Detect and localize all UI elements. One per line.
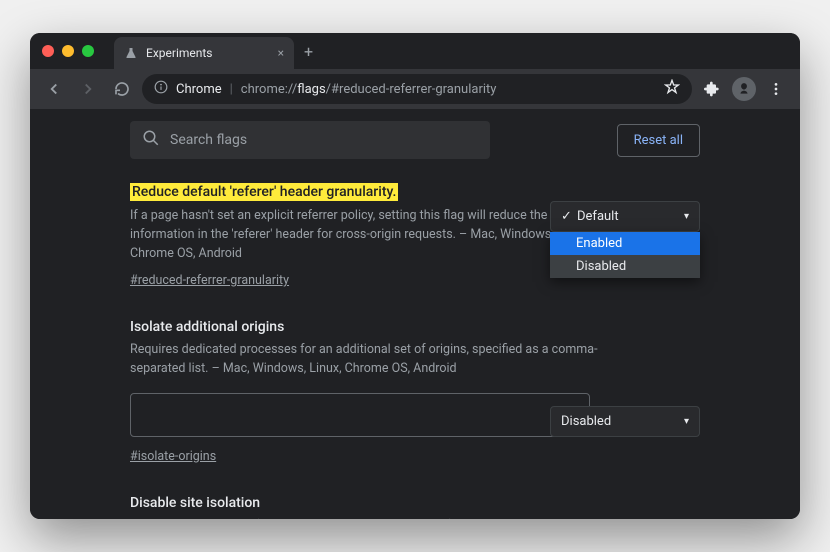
titlebar: Experiments × + — [30, 33, 800, 69]
flask-icon — [124, 46, 138, 60]
profile-icon[interactable] — [732, 77, 756, 101]
flag-reduced-referrer: Reduce default 'referer' header granular… — [130, 181, 700, 288]
close-window-button[interactable] — [42, 45, 54, 57]
search-box[interactable] — [130, 121, 490, 159]
tab-title: Experiments — [146, 46, 213, 60]
maximize-window-button[interactable] — [82, 45, 94, 57]
search-input[interactable] — [170, 132, 478, 148]
flag-hash-link[interactable]: #isolate-origins — [130, 449, 216, 464]
forward-button[interactable] — [74, 75, 102, 103]
flags-topbar: Reset all — [30, 109, 800, 171]
chevron-down-icon: ▾ — [684, 211, 689, 222]
flag-dropdown: Enabled Disabled — [550, 232, 700, 278]
bookmark-star-icon[interactable] — [664, 79, 680, 99]
omnibox-label: Chrome — [176, 82, 222, 97]
flag-description: Disables site isolation (SitePerProcess,… — [130, 517, 610, 519]
back-button[interactable] — [40, 75, 68, 103]
page-content: Reset all Reduce default 'referer' heade… — [30, 109, 800, 519]
flag-description: Requires dedicated processes for an addi… — [130, 341, 610, 379]
extensions-icon[interactable] — [698, 75, 726, 103]
browser-tab[interactable]: Experiments × — [114, 37, 294, 69]
dropdown-option-enabled[interactable]: Enabled — [550, 232, 700, 255]
flag-select: Disabled ▾ — [550, 406, 700, 437]
origins-input[interactable] — [130, 393, 590, 437]
browser-window: Experiments × + Chrome | chrome://flags/… — [30, 33, 800, 519]
dropdown-option-disabled[interactable]: Disabled — [550, 255, 700, 278]
flag-title: Isolate additional origins — [130, 319, 284, 335]
flag-title: Disable site isolation — [130, 495, 260, 511]
flag-description: If a page hasn't set an explicit referre… — [130, 207, 610, 263]
flag-isolate-origins: Isolate additional origins Requires dedi… — [130, 316, 700, 464]
flag-disable-site-isolation: Disable site isolation Disables site iso… — [130, 492, 700, 519]
chevron-down-icon: ▾ — [684, 416, 689, 427]
flag-title: Reduce default 'referer' header granular… — [130, 183, 398, 201]
minimize-window-button[interactable] — [62, 45, 74, 57]
new-tab-button[interactable]: + — [304, 42, 313, 61]
window-controls — [42, 45, 94, 57]
search-icon — [142, 129, 160, 151]
close-tab-icon[interactable]: × — [278, 46, 284, 60]
reload-button[interactable] — [108, 75, 136, 103]
flags-list: Reduce default 'referer' header granular… — [30, 171, 800, 519]
check-icon: ✓ — [561, 209, 573, 224]
chrome-info-icon — [154, 80, 168, 98]
flag-select-button[interactable]: Disabled ▾ — [550, 406, 700, 437]
address-bar[interactable]: Chrome | chrome://flags/#reduced-referre… — [142, 74, 692, 104]
flag-hash-link[interactable]: #reduced-referrer-granularity — [130, 273, 289, 288]
flag-select: ✓Default ▾ Enabled Disabled — [550, 201, 700, 232]
menu-icon[interactable] — [762, 75, 790, 103]
toolbar: Chrome | chrome://flags/#reduced-referre… — [30, 69, 800, 109]
extension-area — [698, 75, 790, 103]
flag-select-button[interactable]: ✓Default ▾ — [550, 201, 700, 232]
reset-all-button[interactable]: Reset all — [617, 124, 700, 157]
